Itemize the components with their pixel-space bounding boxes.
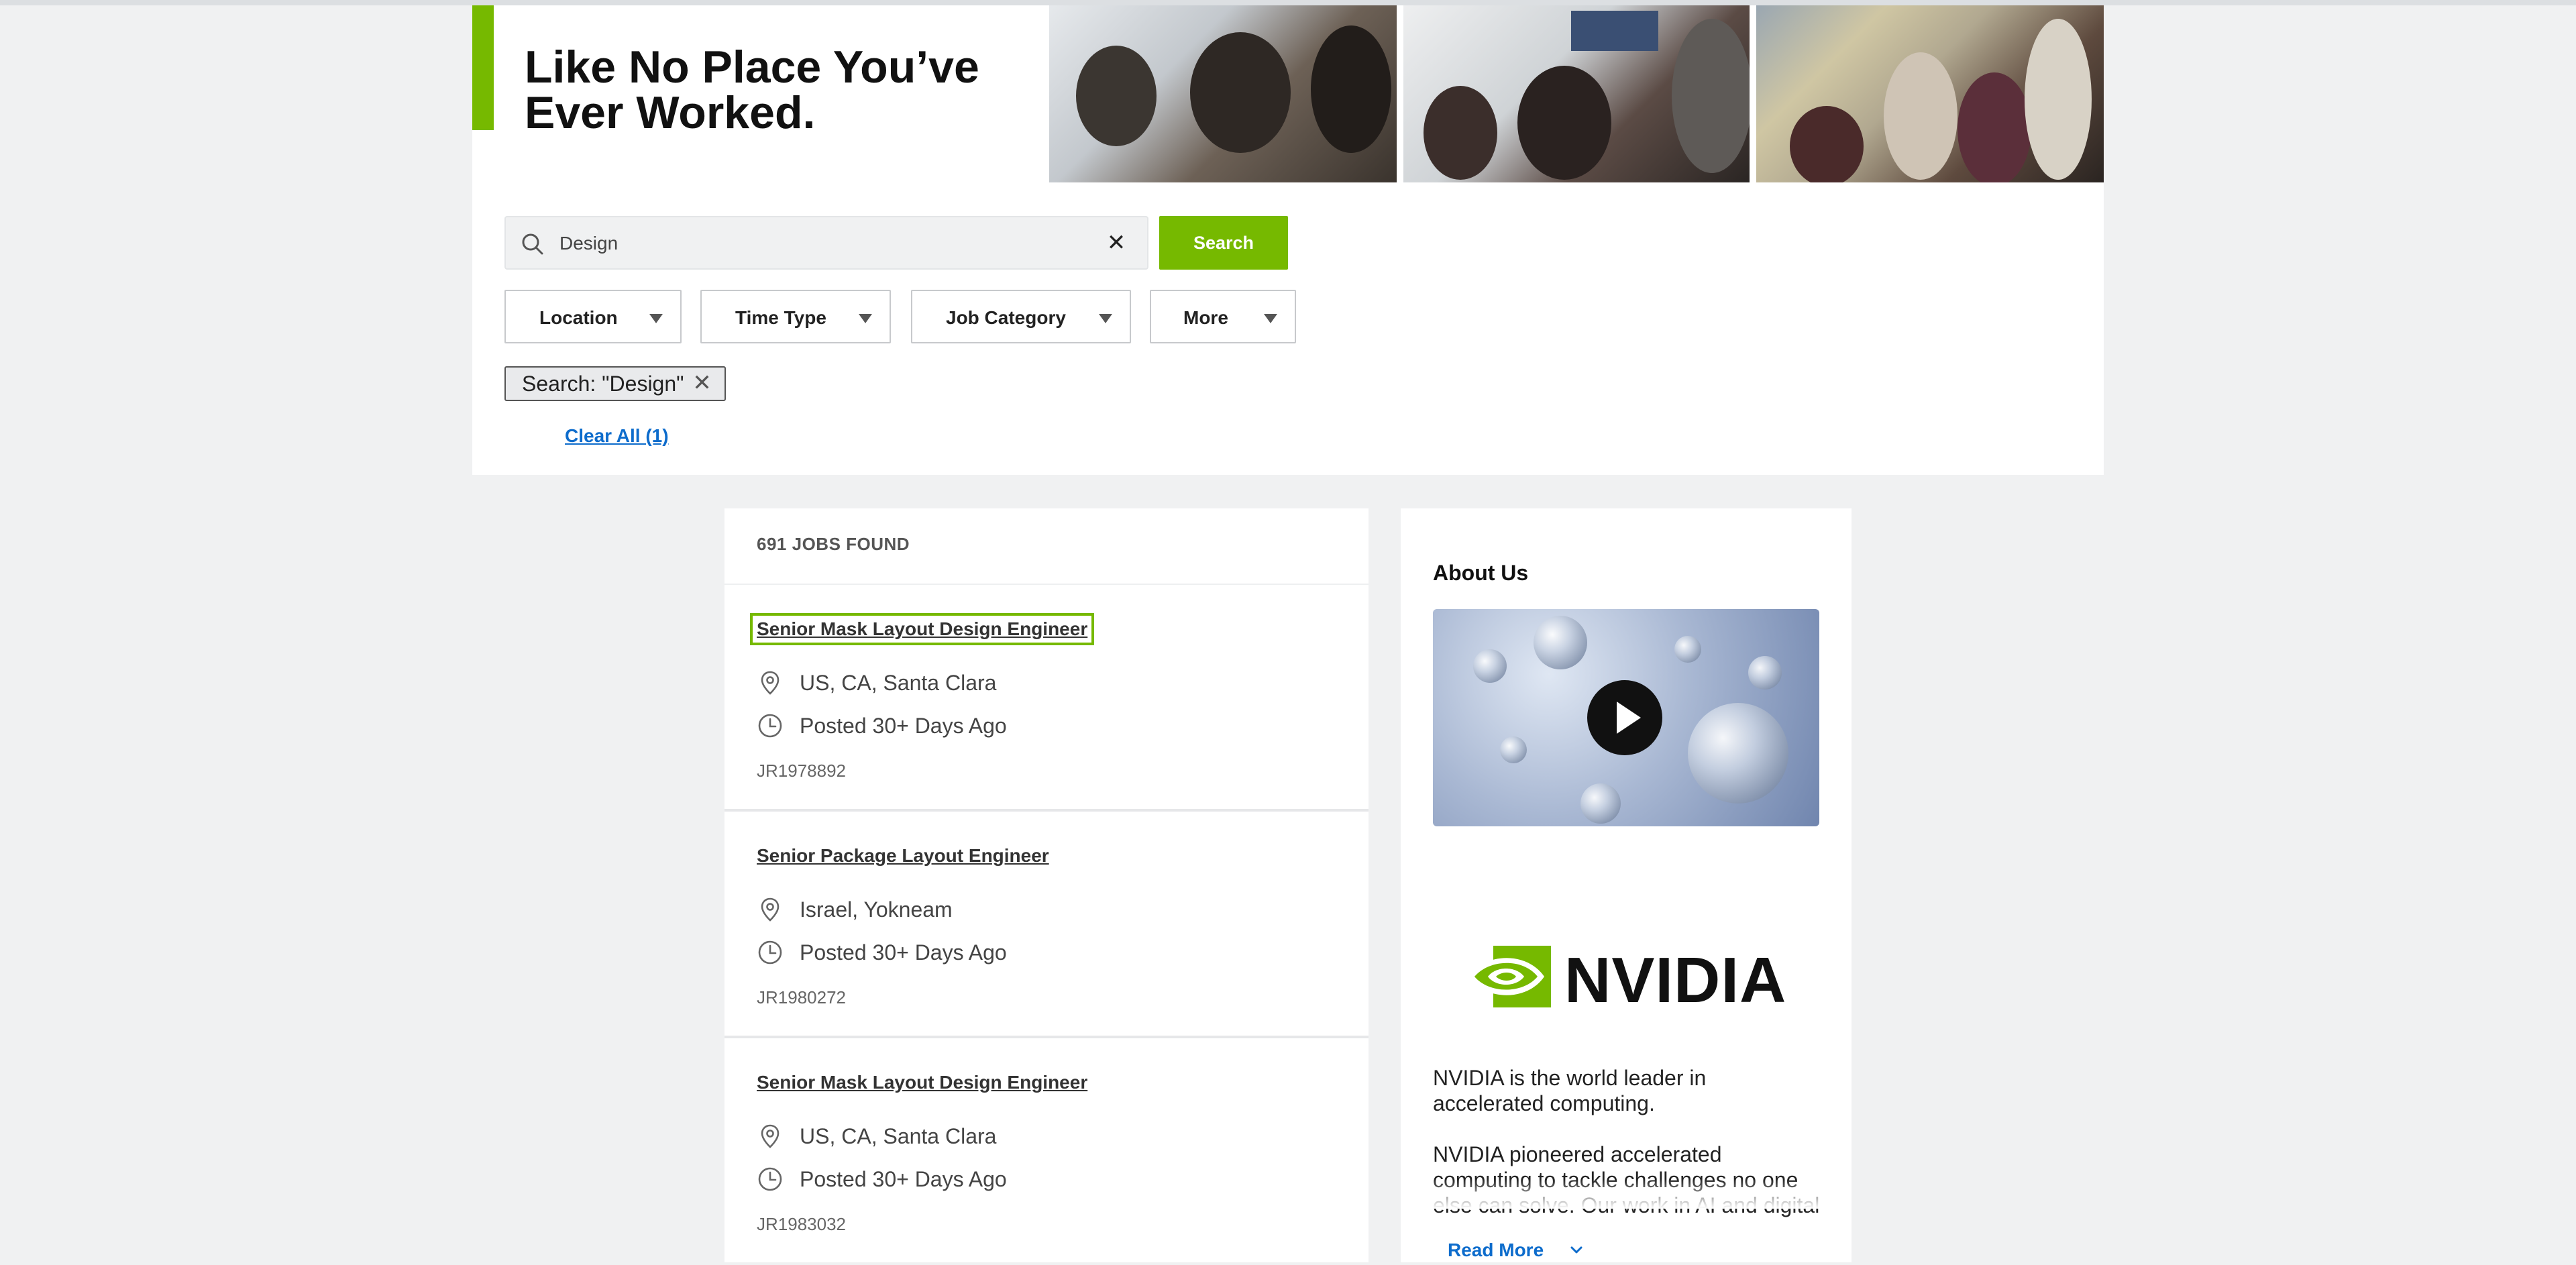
caret-down-icon <box>1099 314 1112 323</box>
search-button[interactable]: Search <box>1159 216 1288 270</box>
video-orb-shape <box>1534 616 1587 669</box>
filter-label: Location <box>539 307 618 328</box>
nvidia-logo: NVIDIA <box>1465 943 1787 1016</box>
job-id: JR1983032 <box>757 1214 846 1234</box>
job-list-item: Senior Mask Layout Design Engineer US, C… <box>724 1038 1368 1265</box>
photo-person-shape <box>1311 25 1391 153</box>
photo-person-shape <box>1076 46 1157 146</box>
filter-job-category-dropdown[interactable]: Job Category <box>911 290 1131 343</box>
video-orb-shape <box>1580 783 1621 824</box>
job-id: JR1980272 <box>757 987 846 1007</box>
chip-label: Search: "Design" <box>522 372 684 396</box>
about-us-title: About Us <box>1433 561 1529 585</box>
photo-person-shape <box>1790 106 1864 182</box>
location-pin-icon <box>761 1124 780 1148</box>
filter-label: More <box>1183 307 1228 328</box>
photo-person-shape <box>1517 66 1611 180</box>
photo-person-shape <box>1884 52 1957 180</box>
filter-label: Time Type <box>735 307 826 328</box>
top-border <box>0 0 2576 5</box>
photo-monitor-shape <box>1571 11 1658 51</box>
video-orb-shape <box>1748 656 1782 690</box>
job-id: JR1978892 <box>757 761 846 781</box>
clock-icon <box>758 1167 782 1191</box>
clear-all-link[interactable]: Clear All (1) <box>565 425 669 447</box>
photo-person-shape <box>1424 86 1497 180</box>
filter-location-dropdown[interactable]: Location <box>504 290 682 343</box>
filter-more-dropdown[interactable]: More <box>1150 290 1296 343</box>
search-box: ✕ <box>504 216 1148 270</box>
caret-down-icon <box>859 314 872 323</box>
job-posted-text: Posted 30+ Days Ago <box>800 1167 1007 1191</box>
remove-chip-icon[interactable]: ✕ <box>692 368 712 400</box>
hero-photo-3 <box>1756 5 2104 182</box>
caret-down-icon <box>649 314 663 323</box>
play-icon[interactable] <box>1587 680 1662 755</box>
hero-banner: Like No Place You’ve Ever Worked. <box>472 5 2104 182</box>
about-us-panel: About Us NVIDIA NVIDIA is the world lead… <box>1401 508 1851 1262</box>
clock-icon <box>758 940 782 965</box>
search-icon <box>522 233 543 255</box>
read-more-label: Read More <box>1448 1240 1544 1260</box>
video-orb-shape <box>1500 736 1527 763</box>
hero-photo-1 <box>1049 5 1397 182</box>
job-posted-text: Posted 30+ Days Ago <box>800 714 1007 738</box>
caret-down-icon <box>1264 314 1277 323</box>
filter-label: Job Category <box>946 307 1066 328</box>
hero-photo-2 <box>1403 5 1750 182</box>
about-video[interactable] <box>1433 609 1819 826</box>
active-search-chip: Search: "Design" ✕ <box>504 366 726 401</box>
job-title-link[interactable]: Senior Mask Layout Design Engineer <box>749 613 1095 645</box>
video-orb-shape <box>1674 636 1701 663</box>
hero-accent-bar <box>472 5 494 130</box>
job-list-item: Senior Package Layout Engineer Israel, Y… <box>724 812 1368 1038</box>
clock-icon <box>758 714 782 738</box>
job-location-text: Israel, Yokneam <box>800 897 953 922</box>
about-paragraph: NVIDIA is the world leader in accelerate… <box>1433 1066 1707 1115</box>
jobs-found-count: 691 JOBS FOUND <box>757 534 910 554</box>
location-pin-icon <box>761 671 780 695</box>
video-orb-shape <box>1473 649 1507 683</box>
job-results-panel: 691 JOBS FOUND Senior Mask Layout Design… <box>724 508 1368 1262</box>
search-header-card: Like No Place You’ve Ever Worked. ✕ Sear… <box>472 5 2104 475</box>
read-more-link[interactable]: Read More <box>1448 1240 1582 1261</box>
photo-person-shape <box>1957 72 2031 182</box>
photo-person-shape <box>2025 19 2092 180</box>
text-fade-overlay <box>1401 1179 1851 1209</box>
job-list-item: Senior Mask Layout Design Engineer US, C… <box>724 585 1368 812</box>
nvidia-eye-icon <box>1468 946 1551 1007</box>
job-location-text: US, CA, Santa Clara <box>800 1124 997 1148</box>
search-input[interactable] <box>558 227 1081 260</box>
close-icon[interactable]: ✕ <box>1103 229 1130 256</box>
nvidia-wordmark: NVIDIA <box>1564 944 1787 1016</box>
hero-title: Like No Place You’ve Ever Worked. <box>525 42 979 138</box>
location-pin-icon <box>761 897 780 922</box>
photo-person-shape <box>1190 32 1291 153</box>
filter-time-type-dropdown[interactable]: Time Type <box>700 290 891 343</box>
video-orb-shape <box>1688 703 1788 804</box>
job-posted-text: Posted 30+ Days Ago <box>800 940 1007 965</box>
job-title-link[interactable]: Senior Package Layout Engineer <box>757 845 1049 867</box>
photo-person-shape <box>1672 19 1750 173</box>
chevron-down-icon <box>1570 1246 1582 1254</box>
job-location-text: US, CA, Santa Clara <box>800 671 997 695</box>
job-title-link[interactable]: Senior Mask Layout Design Engineer <box>757 1072 1087 1093</box>
